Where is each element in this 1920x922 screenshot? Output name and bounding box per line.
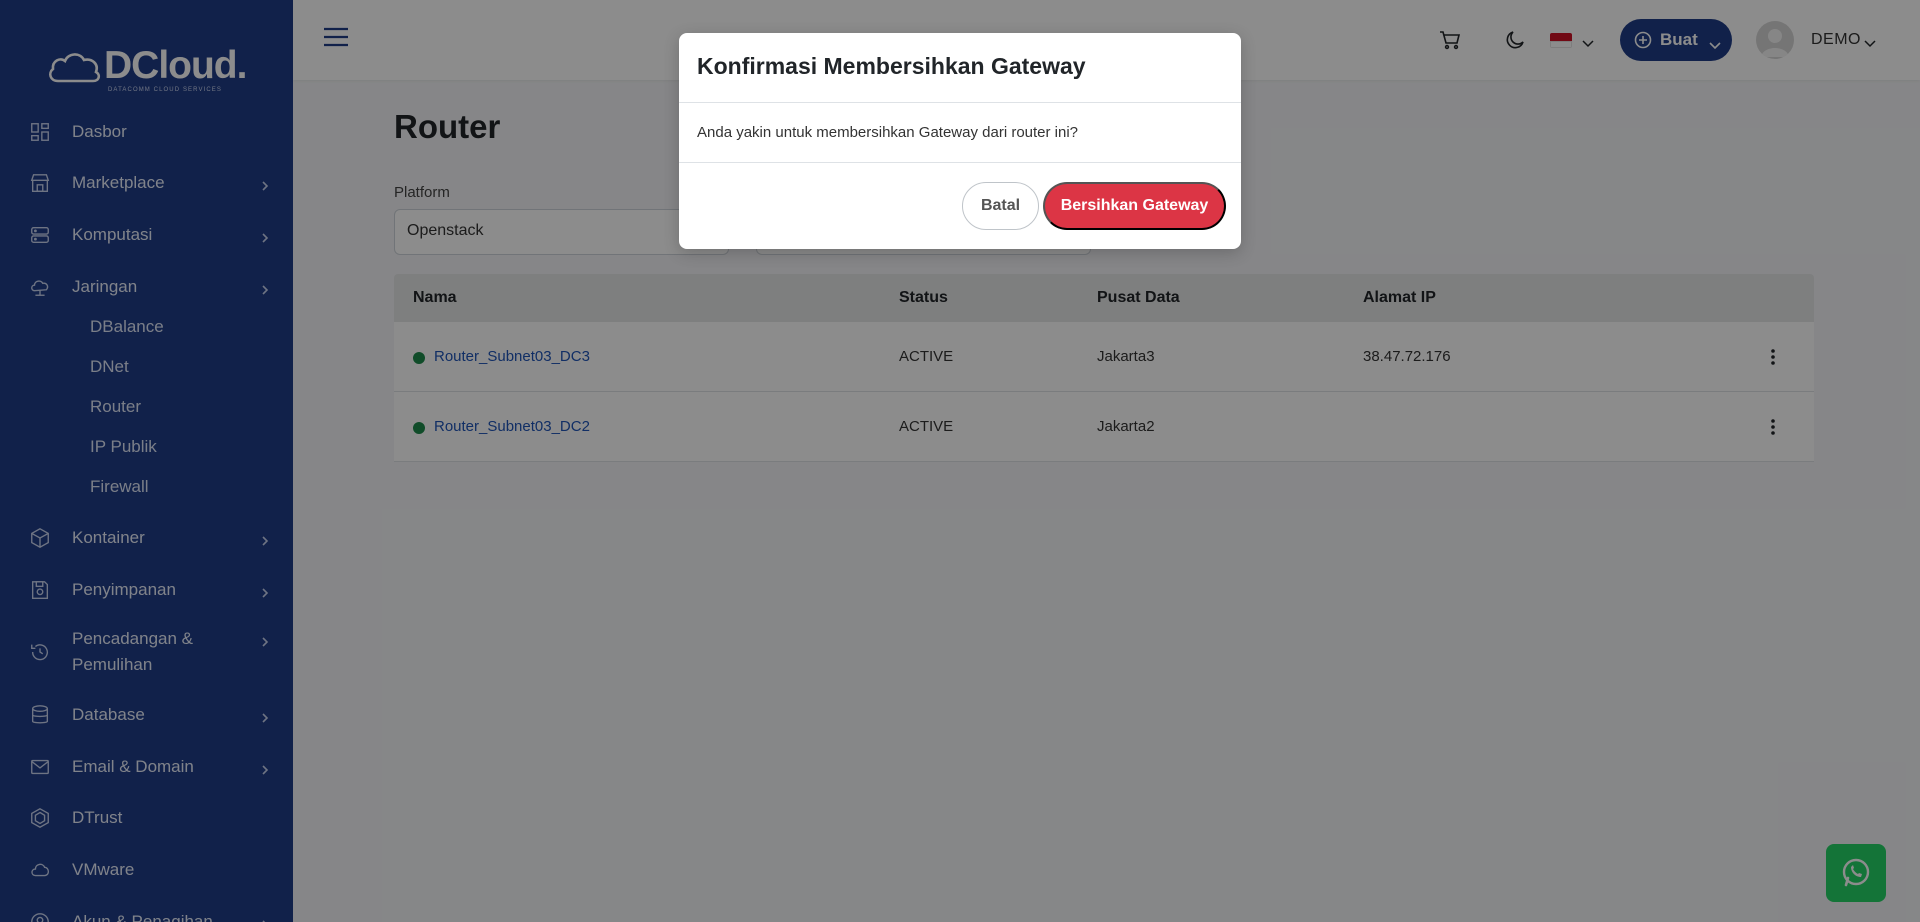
clear-gateway-button[interactable]: Bersihkan Gateway — [1043, 182, 1226, 230]
modal-divider — [679, 162, 1241, 163]
modal-message: Anda yakin untuk membersihkan Gateway da… — [697, 124, 1079, 141]
confirm-clear-gateway-modal: Konfirmasi Membersihkan Gateway Anda yak… — [679, 33, 1241, 249]
modal-title: Konfirmasi Membersihkan Gateway — [697, 53, 1086, 79]
cancel-button[interactable]: Batal — [962, 182, 1039, 230]
modal-divider — [679, 102, 1241, 103]
